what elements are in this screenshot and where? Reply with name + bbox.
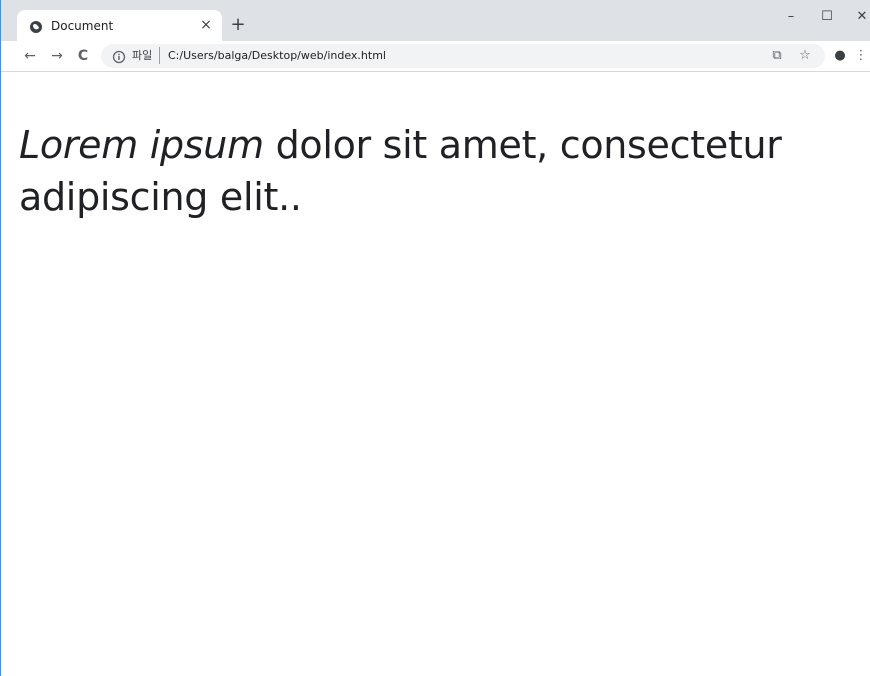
url-text[interactable]: C:/Users/balga/Desktop/web/index.html xyxy=(168,48,386,64)
info-icon[interactable] xyxy=(112,49,126,64)
tab-strip: Document × + – ☐ ✕ xyxy=(1,0,870,41)
bookmark-star-icon[interactable]: ☆ xyxy=(796,47,814,65)
menu-icon[interactable]: ⋮ xyxy=(854,47,868,65)
translate-icon[interactable]: ⧉ xyxy=(768,47,786,65)
reload-button[interactable]: C xyxy=(73,46,93,66)
browser-window: Document × + – ☐ ✕ ← → C 파일 C:/Users/bal… xyxy=(0,0,870,676)
maximize-button[interactable]: ☐ xyxy=(812,6,842,28)
forward-button[interactable]: → xyxy=(47,46,67,66)
browser-toolbar: ← → C 파일 C:/Users/balga/Desktop/web/inde… xyxy=(1,41,870,72)
page-content: Lorem ipsum dolor sit amet, consectetur … xyxy=(1,72,870,676)
minimize-button[interactable]: – xyxy=(776,6,806,28)
origin-label: 파일 xyxy=(132,49,153,62)
profile-icon[interactable]: ● xyxy=(831,47,849,65)
origin-separator xyxy=(159,47,160,64)
globe-icon xyxy=(29,19,43,33)
back-button[interactable]: ← xyxy=(20,46,40,66)
tab-document[interactable]: Document × xyxy=(17,10,222,41)
tab-title: Document xyxy=(51,19,114,33)
lorem-paragraph: Lorem ipsum dolor sit amet, consectetur … xyxy=(19,119,849,223)
close-window-button[interactable]: ✕ xyxy=(847,6,870,28)
tab-close-icon[interactable]: × xyxy=(197,16,215,34)
address-bar[interactable]: 파일 C:/Users/balga/Desktop/web/index.html… xyxy=(101,44,825,68)
new-tab-button[interactable]: + xyxy=(228,15,248,35)
lorem-emphasis: Lorem ipsum xyxy=(19,123,264,167)
